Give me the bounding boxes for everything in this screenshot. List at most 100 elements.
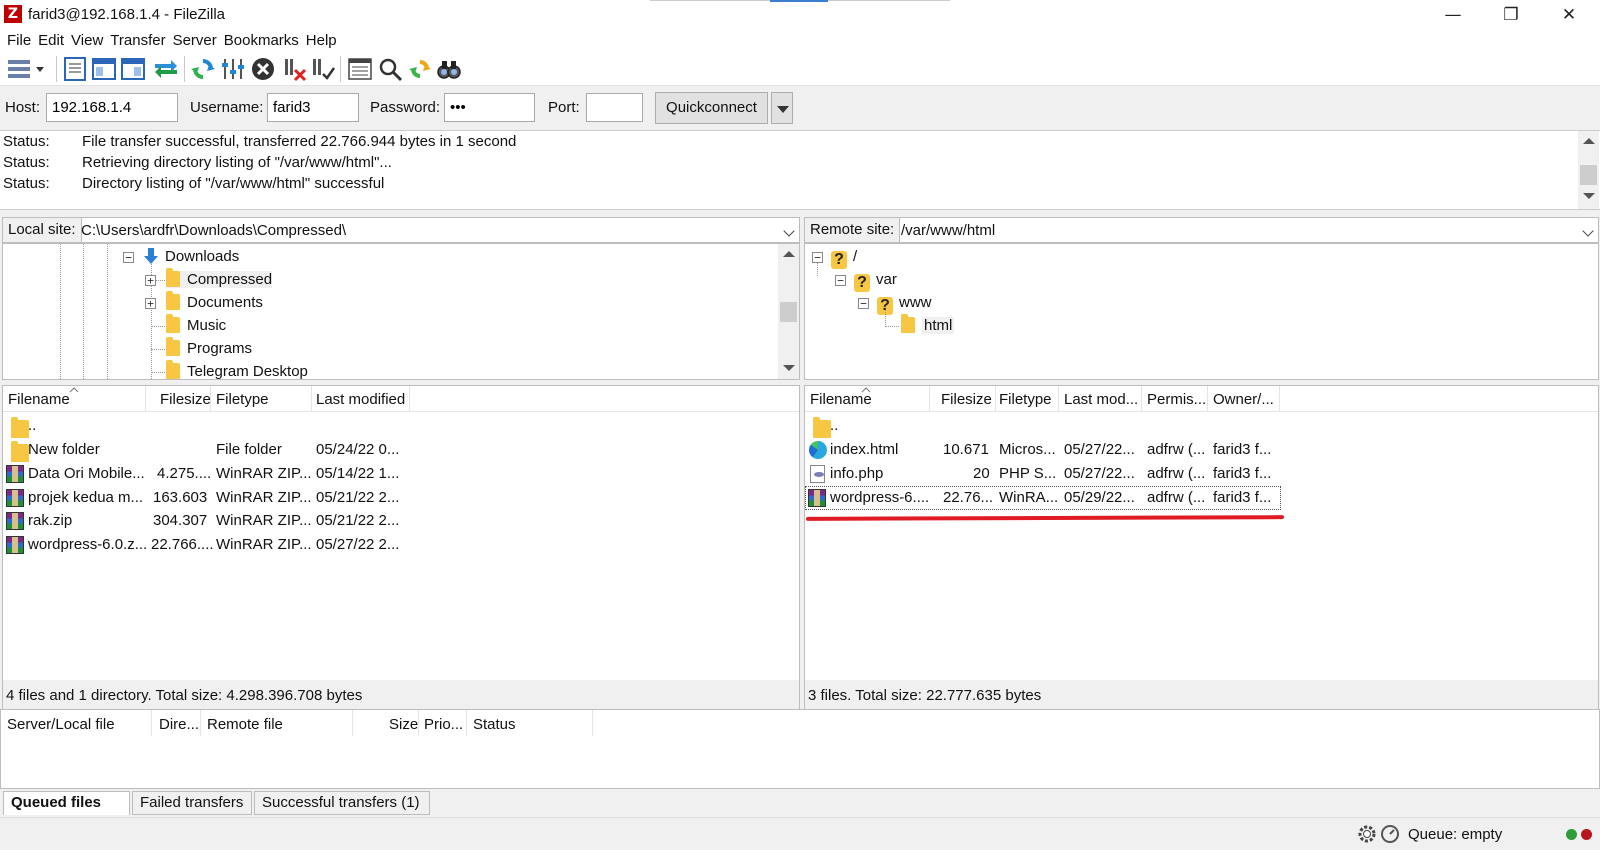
column-divider[interactable]	[1207, 386, 1208, 412]
table-row[interactable]: wordpress-6.0.z... 22.766.... WinRAR ZIP…	[3, 533, 799, 557]
column-direction[interactable]: Dire...	[159, 716, 199, 733]
column-divider[interactable]	[1141, 386, 1142, 412]
refresh-icon[interactable]	[190, 56, 216, 82]
toggle-local-tree-icon[interactable]	[91, 56, 117, 82]
quickconnect-dropdown-icon[interactable]	[771, 92, 793, 124]
column-divider[interactable]	[200, 710, 201, 736]
collapse-icon[interactable]: −	[812, 252, 823, 263]
restore-button[interactable]: ❐	[1482, 0, 1540, 30]
tree-node-programs[interactable]: Programs	[166, 337, 252, 357]
disconnect-icon[interactable]	[282, 56, 308, 82]
local-tree-scrollbar[interactable]	[778, 244, 799, 379]
tree-node-documents[interactable]: Documents	[166, 291, 263, 311]
column-divider[interactable]	[352, 710, 353, 736]
column-divider[interactable]	[592, 710, 593, 736]
column-filename[interactable]: Filename	[8, 391, 70, 408]
local-path-input[interactable]: C:\Users\ardfr\Downloads\Compressed\	[81, 222, 346, 239]
tree-node-compressed[interactable]: Compressed	[166, 268, 273, 288]
column-priority[interactable]: Prio...	[424, 716, 463, 733]
menu-bookmarks[interactable]: Bookmarks	[217, 30, 299, 49]
tab-failed-transfers[interactable]: Failed transfers	[132, 791, 252, 815]
scroll-down-icon[interactable]	[783, 365, 795, 371]
menu-view[interactable]: View	[64, 30, 103, 49]
table-row[interactable]: projek kedua m... 163.603 WinRAR ZIP... …	[3, 486, 799, 510]
table-row[interactable]: index.html 10.671 Micros... 05/27/22... …	[805, 438, 1598, 462]
speed-limit-icon[interactable]	[1380, 824, 1400, 844]
toggle-log-icon[interactable]	[62, 56, 88, 82]
table-row[interactable]: Data Ori Mobile... 4.275.... WinRAR ZIP.…	[3, 462, 799, 486]
tree-node-telegram-desktop[interactable]: Telegram Desktop	[166, 360, 308, 379]
site-manager-icon[interactable]	[6, 56, 46, 82]
tree-node-root[interactable]: ? /	[831, 248, 857, 269]
remote-path-input[interactable]: /var/www/html	[901, 222, 995, 239]
column-divider[interactable]	[1058, 386, 1059, 412]
tree-node-html[interactable]: html	[901, 314, 955, 334]
scroll-up-icon[interactable]	[783, 251, 795, 257]
collapse-icon[interactable]: −	[858, 298, 869, 309]
column-size[interactable]: Size	[389, 716, 418, 733]
reconnect-icon[interactable]	[310, 56, 336, 82]
toggle-queue-icon[interactable]	[153, 56, 179, 82]
column-divider[interactable]	[1279, 386, 1280, 412]
column-last-modified[interactable]: Last mod...	[1064, 391, 1138, 408]
tree-node-downloads[interactable]: Downloads	[143, 248, 239, 265]
toggle-remote-tree-icon[interactable]	[120, 56, 146, 82]
menu-file[interactable]: File	[0, 30, 31, 49]
column-filetype[interactable]: Filetype	[216, 391, 269, 408]
tree-node-music[interactable]: Music	[166, 314, 226, 334]
column-divider[interactable]	[466, 710, 467, 736]
column-divider[interactable]	[145, 386, 146, 412]
collapse-icon[interactable]: −	[835, 275, 846, 286]
scroll-thumb[interactable]	[780, 302, 797, 322]
host-input[interactable]	[46, 93, 178, 122]
search-remote-files-icon[interactable]	[436, 56, 462, 82]
process-queue-icon[interactable]	[220, 56, 246, 82]
table-row[interactable]: ..	[3, 414, 799, 438]
chevron-down-icon[interactable]	[783, 225, 795, 237]
tab-successful-transfers[interactable]: Successful transfers (1)	[254, 791, 430, 815]
expand-icon[interactable]: +	[145, 298, 156, 309]
column-divider[interactable]	[210, 386, 211, 412]
menu-transfer[interactable]: Transfer	[103, 30, 165, 49]
minimize-button[interactable]: —	[1424, 0, 1482, 30]
directory-comparison-icon[interactable]	[377, 56, 403, 82]
column-divider[interactable]	[929, 386, 930, 412]
column-last-modified[interactable]: Last modified	[316, 391, 405, 408]
table-row-selected[interactable]: wordpress-6.... 22.76... WinRA... 05/29/…	[805, 486, 1281, 510]
directory-listing-filters-icon[interactable]	[347, 56, 373, 82]
column-filesize[interactable]: Filesize	[160, 391, 211, 408]
table-row[interactable]: info.php 20 PHP S... 05/27/22... adfrw (…	[805, 462, 1598, 486]
close-button[interactable]: ✕	[1540, 0, 1598, 30]
column-filesize[interactable]: Filesize	[941, 391, 992, 408]
column-divider[interactable]	[995, 386, 996, 412]
table-row[interactable]: New folder File folder 05/24/22 0...	[3, 438, 799, 462]
log-scrollbar[interactable]	[1578, 131, 1599, 209]
column-permissions[interactable]: Permis...	[1147, 391, 1206, 408]
tree-node-var[interactable]: ? var	[854, 271, 897, 292]
username-input[interactable]	[267, 93, 359, 122]
cancel-operation-icon[interactable]	[250, 56, 276, 82]
tab-queued-files[interactable]: Queued files	[3, 791, 130, 815]
scroll-up-icon[interactable]	[1583, 138, 1595, 144]
column-status[interactable]: Status	[473, 716, 516, 733]
collapse-icon[interactable]: −	[123, 252, 134, 263]
chevron-down-icon[interactable]	[1582, 225, 1594, 237]
column-filetype[interactable]: Filetype	[999, 391, 1052, 408]
table-row[interactable]: rak.zip 304.307 WinRAR ZIP... 05/21/22 2…	[3, 509, 799, 533]
column-divider[interactable]	[311, 386, 312, 412]
column-owner[interactable]: Owner/...	[1213, 391, 1274, 408]
password-input[interactable]	[444, 93, 535, 122]
expand-icon[interactable]: +	[145, 275, 156, 286]
column-filename[interactable]: Filename	[810, 391, 872, 408]
port-input[interactable]	[586, 93, 643, 122]
table-row[interactable]: ..	[805, 414, 1598, 438]
scroll-thumb[interactable]	[1580, 165, 1597, 185]
column-divider[interactable]	[418, 710, 419, 736]
menu-help[interactable]: Help	[299, 30, 337, 49]
column-server-local-file[interactable]: Server/Local file	[7, 716, 115, 733]
column-divider[interactable]	[409, 386, 410, 412]
synchronized-browsing-icon[interactable]	[407, 56, 433, 82]
menu-server[interactable]: Server	[166, 30, 217, 49]
scroll-down-icon[interactable]	[1583, 193, 1595, 199]
column-remote-file[interactable]: Remote file	[207, 716, 283, 733]
